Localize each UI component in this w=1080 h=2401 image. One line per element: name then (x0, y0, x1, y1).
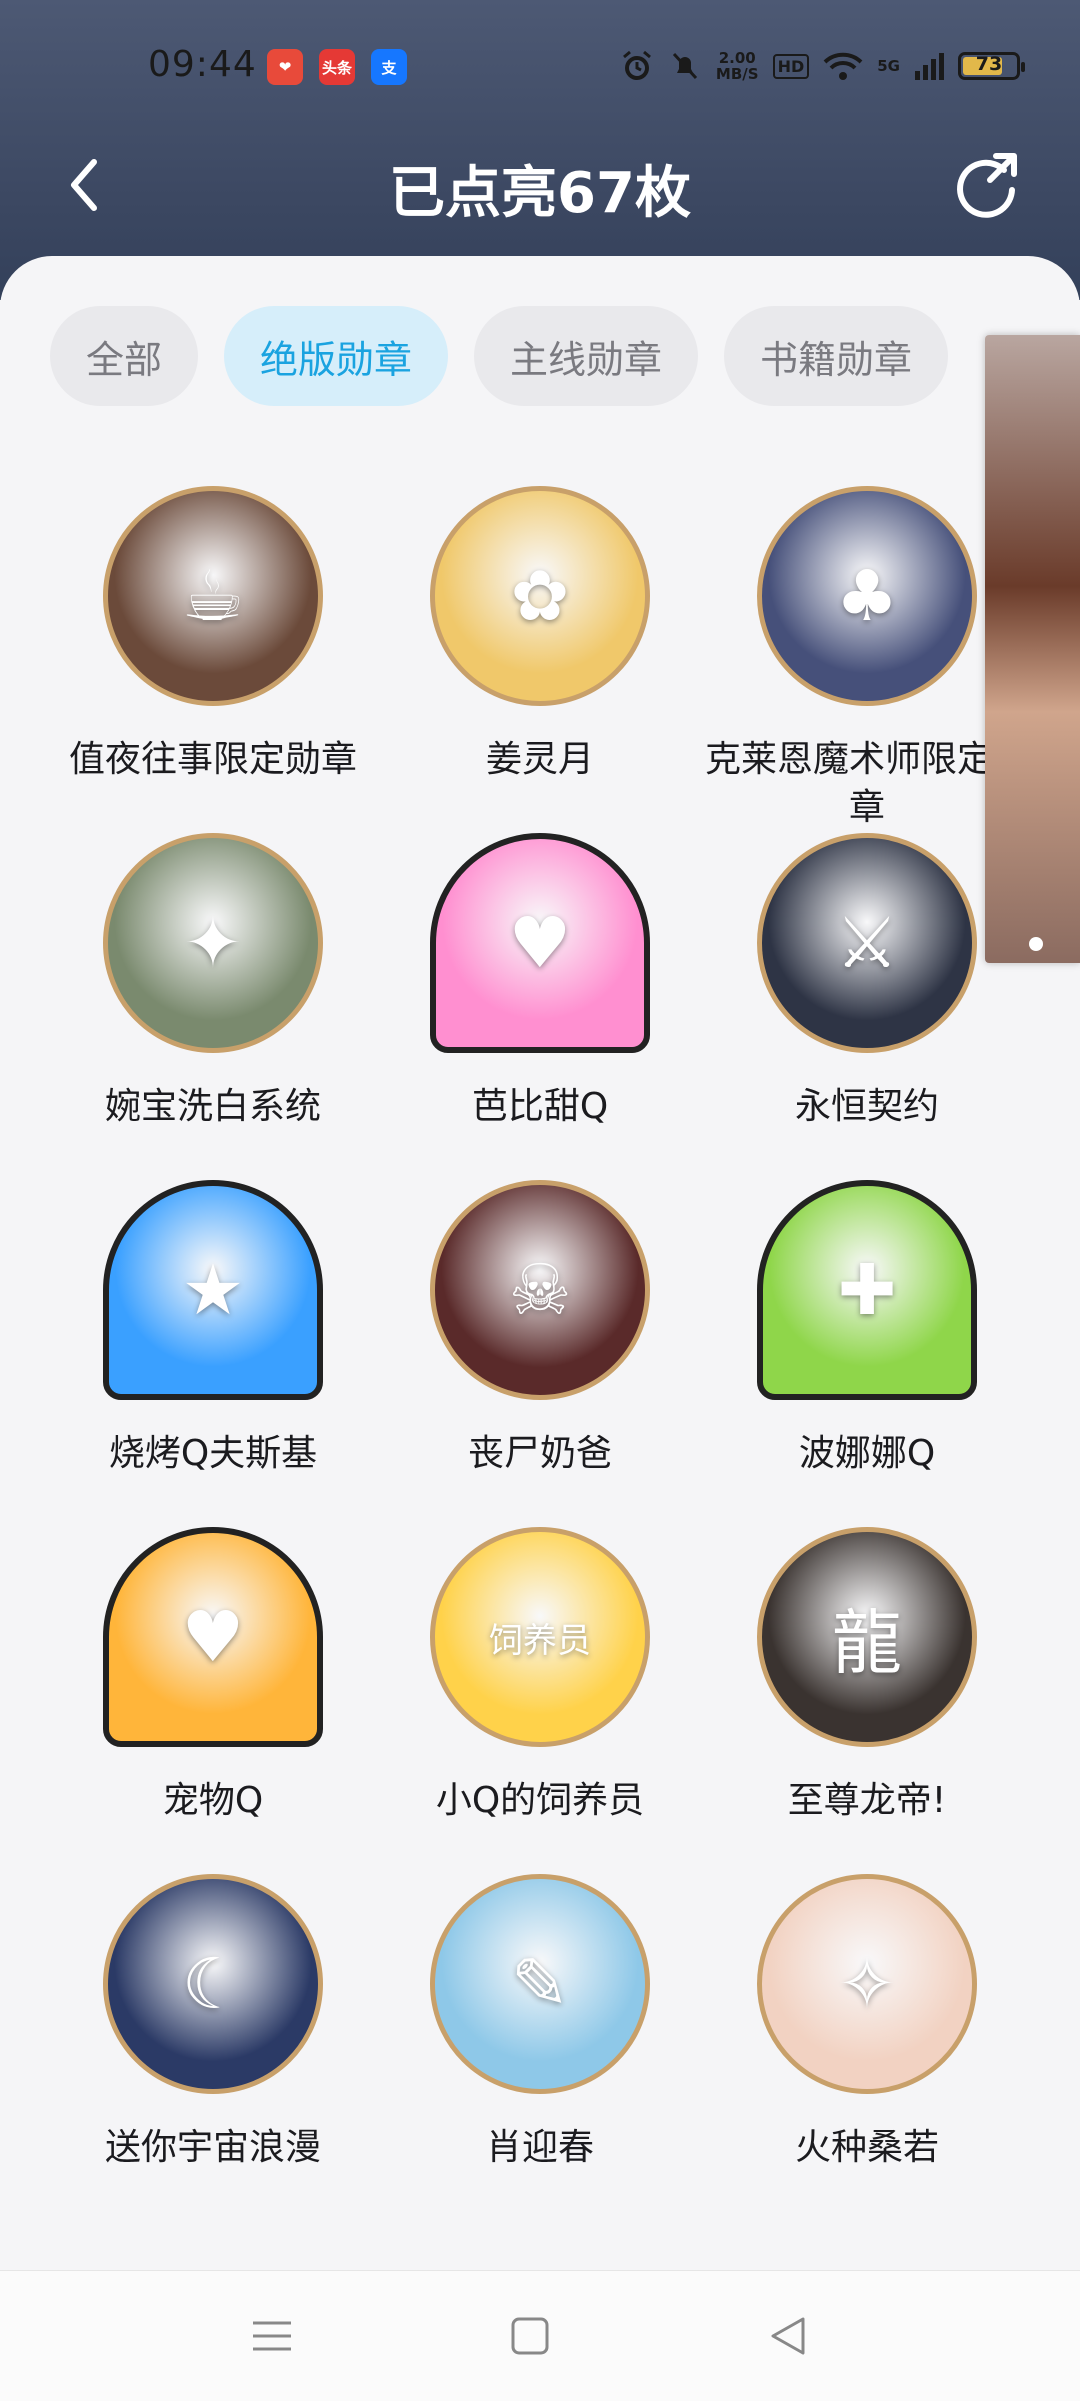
hd-badge: HD (772, 53, 810, 79)
home-icon[interactable] (505, 2311, 555, 2361)
badge-item[interactable]: ✦ 婉宝洗白系统 (48, 833, 378, 1180)
badge-medal-image: ☕ (103, 486, 323, 706)
tab-2[interactable]: 主线勋章 (474, 306, 699, 406)
badge-art-icon: ☾ (181, 1943, 245, 2025)
badge-item[interactable]: ✎ 肖迎春 (375, 1874, 705, 2221)
system-nav-bar (0, 2270, 1080, 2401)
thumbnail-indicator (1029, 937, 1043, 951)
alarm-icon (622, 50, 651, 80)
badge-name: 小Q的饲养员 (435, 1780, 645, 1821)
badge-item[interactable]: ♥ 宠物Q (48, 1527, 378, 1874)
badge-item[interactable]: ♥ 芭比甜Q (375, 833, 705, 1180)
tab-0[interactable]: 全部 (50, 306, 199, 406)
badge-name: 丧尸奶爸 (467, 1433, 612, 1474)
battery-level: 73 (975, 53, 1003, 75)
badge-name: 烧烤Q夫斯基 (108, 1433, 318, 1474)
badge-art-icon: ⚔ (835, 902, 899, 984)
net-speed: 2.00 MB/S (716, 50, 759, 82)
badge-name: 芭比甜Q (471, 1086, 609, 1127)
badge-art-icon: ★ (181, 1249, 245, 1331)
tab-1[interactable]: 绝版勋章 (224, 306, 449, 406)
badge-medal-image: 龍 (757, 1527, 977, 1747)
badge-name: 波娜娜Q (798, 1433, 936, 1474)
weather-app-icon: ❤ (267, 49, 303, 85)
battery-icon: 73 (958, 52, 1025, 80)
badge-medal-image: ✚ (757, 1180, 977, 1400)
badge-medal-image: ☠ (430, 1180, 650, 1400)
badge-art-icon: ✿ (510, 555, 570, 637)
share-refresh-icon[interactable] (952, 150, 1022, 220)
badge-art-icon: ☕ (181, 555, 245, 637)
badge-item[interactable]: ✚ 波娜娜Q (702, 1180, 1032, 1527)
badge-name: 值夜往事限定勋章 (68, 739, 357, 780)
wifi-icon (823, 52, 863, 80)
signal-label: 5G (877, 57, 900, 75)
badge-name: 至尊龙帝! (787, 1780, 947, 1821)
badge-name: 永恒契约 (794, 1086, 939, 1127)
badge-art-icon: ✎ (510, 1943, 570, 2025)
badge-item[interactable]: ⚔ 永恒契约 (702, 833, 1032, 1180)
net-speed-value: 2.00 (718, 49, 756, 67)
badge-art-icon: 龍 (832, 1601, 902, 1684)
badge-medal-image: 饲养员 (430, 1527, 650, 1747)
badge-item[interactable]: ♣ 克莱恩魔术师限定勋章 (702, 486, 1032, 833)
badge-art-icon: ♥ (181, 1596, 245, 1678)
badge-item[interactable]: ☕ 值夜往事限定勋章 (48, 486, 378, 833)
category-tabs: 全部 绝版勋章 主线勋章 书籍勋章 (50, 306, 949, 406)
badge-art-icon: ♥ (508, 902, 572, 984)
badge-name: 肖迎春 (485, 2127, 594, 2168)
badge-art-icon: ☠ (508, 1249, 572, 1331)
status-bar: 09:44 ❤ 头条支 2.00 MB/S HD 5G 73 (0, 0, 1080, 130)
badge-name: 宠物Q (162, 1780, 264, 1821)
badge-list-panel: 全部 绝版勋章 主线勋章 书籍勋章 ☕ 值夜往事限定勋章 ✿ 姜灵月 ♣ 克莱恩魔术师限定勋章 ✦… (0, 256, 1080, 2270)
badge-medal-image: ✎ (430, 1874, 650, 2094)
badge-name: 送你宇宙浪漫 (104, 2127, 321, 2168)
floating-video-thumbnail[interactable] (985, 335, 1080, 963)
signal-icon (915, 53, 944, 80)
badge-item[interactable]: ✿ 姜灵月 (375, 486, 705, 833)
badge-item[interactable]: ☾ 送你宇宙浪漫 (48, 1874, 378, 2221)
tab-3[interactable]: 书籍勋章 (724, 306, 949, 406)
badge-item[interactable]: ✧ 火种桑若 (702, 1874, 1032, 2221)
status-time: 09:44 (148, 44, 257, 85)
badge-art-icon: ✚ (837, 1249, 897, 1331)
toutiao-app-icon: 头条 (319, 49, 355, 85)
badge-item[interactable]: ☠ 丧尸奶爸 (375, 1180, 705, 1527)
badge-medal-image: ★ (103, 1180, 323, 1400)
mute-bell-icon (672, 52, 698, 80)
badge-item[interactable]: 饲养员小Q的饲养员 (375, 1527, 705, 1874)
badge-medal-image: ✧ (757, 1874, 977, 2094)
badge-name: 克莱恩魔术师限定勋章 (704, 739, 1029, 828)
menu-icon[interactable] (247, 2311, 297, 2361)
badge-item[interactable]: ★ 烧烤Q夫斯基 (48, 1180, 378, 1527)
badge-medal-image: ✿ (430, 486, 650, 706)
badge-name: 姜灵月 (485, 739, 594, 780)
badge-art-icon: 饲养员 (489, 1620, 591, 1661)
badge-medal-image: ☾ (103, 1874, 323, 2094)
status-right-icons: 2.00 MB/S HD 5G 73 (620, 46, 1025, 86)
badge-medal-image: ♣ (757, 486, 977, 706)
badge-art-icon: ✦ (183, 902, 243, 984)
page-title: 已点亮67枚 (389, 161, 691, 226)
net-speed-unit: MB/S (715, 65, 759, 83)
badge-item[interactable]: 龍至尊龙帝! (702, 1527, 1032, 1874)
badge-art-icon: ✧ (837, 1943, 897, 2025)
badge-medal-image: ♥ (430, 833, 650, 1053)
alipay-app-icon: 支 (371, 49, 407, 85)
badge-medal-image: ⚔ (757, 833, 977, 1053)
badge-name: 火种桑若 (794, 2127, 939, 2168)
badge-medal-image: ✦ (103, 833, 323, 1053)
badge-name: 婉宝洗白系统 (104, 1086, 321, 1127)
badge-medal-image: ♥ (103, 1527, 323, 1747)
back-icon[interactable] (763, 2311, 813, 2361)
badge-art-icon: ♣ (835, 555, 899, 637)
